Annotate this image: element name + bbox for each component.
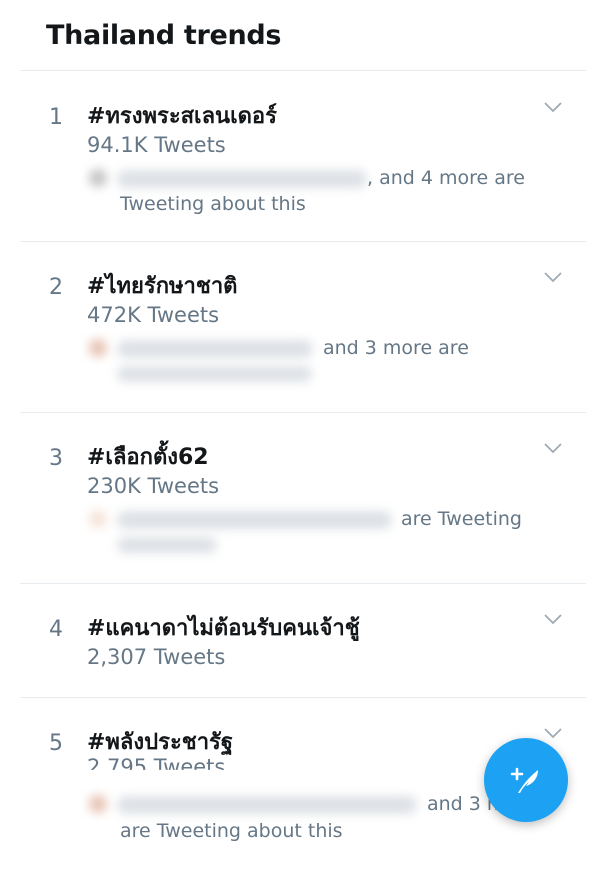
trend-rank: 5 bbox=[49, 731, 63, 756]
blurred-avatar bbox=[89, 169, 107, 187]
trend-tweet-count: 472K Tweets bbox=[87, 303, 220, 327]
blurred-context bbox=[117, 537, 217, 553]
trend-context-text: , and 4 more are bbox=[367, 167, 525, 189]
trend-context: and 3 m are Tweeting about this bbox=[87, 793, 557, 847]
blurred-usernames bbox=[117, 796, 417, 814]
chevron-down-icon[interactable] bbox=[542, 440, 564, 456]
trend-tweet-count: 94.1K Tweets bbox=[87, 133, 226, 157]
chevron-down-icon[interactable] bbox=[542, 725, 564, 741]
trend-context-text: are Tweeting bbox=[401, 508, 522, 530]
trend-hashtag[interactable]: #ไทยรักษาชาติ bbox=[87, 268, 237, 303]
chevron-down-icon[interactable] bbox=[542, 99, 564, 115]
blurred-usernames bbox=[117, 170, 367, 188]
blurred-avatar bbox=[89, 339, 107, 357]
chevron-down-icon[interactable] bbox=[542, 269, 564, 285]
trend-context-text-2: Tweeting about this bbox=[120, 193, 306, 215]
trend-rank: 4 bbox=[49, 617, 63, 642]
bottom-cutoff bbox=[0, 843, 606, 874]
page-title: Thailand trends bbox=[46, 20, 282, 51]
trend-context: are Tweeting bbox=[87, 508, 557, 562]
blurred-avatar bbox=[89, 795, 107, 813]
blurred-usernames bbox=[117, 340, 313, 358]
trend-hashtag[interactable]: #เลือกตั้ง62 bbox=[87, 439, 209, 474]
blurred-usernames bbox=[117, 511, 392, 529]
trend-item-4[interactable]: 4 #แคนาดาไม่ต้อนรับคนเจ้าชู้ 2,307 Tweet… bbox=[0, 583, 606, 697]
trend-hashtag[interactable]: #ทรงพระสเลนเดอร์ bbox=[87, 98, 277, 133]
trend-context-text-2: are Tweeting about this bbox=[120, 820, 343, 842]
trend-rank: 3 bbox=[49, 446, 63, 471]
chevron-down-icon[interactable] bbox=[542, 611, 564, 627]
trend-tweet-count: 2,307 Tweets bbox=[87, 645, 226, 669]
trend-hashtag[interactable]: #พลังประชารัฐ bbox=[87, 724, 233, 759]
trend-tweet-count: 230K Tweets bbox=[87, 474, 220, 498]
blurred-context bbox=[117, 366, 312, 382]
trend-item-1[interactable]: 1 #ทรงพระสเลนเดอร์ 94.1K Tweets , and 4 … bbox=[0, 71, 606, 231]
trend-context: and 3 more are bbox=[87, 337, 557, 391]
trend-hashtag[interactable]: #แคนาดาไม่ต้อนรับคนเจ้าชู้ bbox=[87, 610, 360, 645]
trend-item-3[interactable]: 3 #เลือกตั้ง62 230K Tweets are Tweeting bbox=[0, 412, 606, 572]
trend-context: , and 4 more are Tweeting about this bbox=[87, 167, 557, 221]
trend-rank: 1 bbox=[49, 105, 63, 130]
trend-item-2[interactable]: 2 #ไทยรักษาชาติ 472K Tweets and 3 more a… bbox=[0, 241, 606, 401]
compose-tweet-button[interactable] bbox=[484, 738, 568, 822]
compose-tweet-icon bbox=[510, 767, 538, 793]
trend-rank: 2 bbox=[49, 275, 63, 300]
blurred-avatar bbox=[89, 510, 107, 528]
trend-context-text: and 3 more are bbox=[323, 337, 469, 359]
trend-tweet-count: 2,795 Tweets bbox=[87, 755, 226, 779]
